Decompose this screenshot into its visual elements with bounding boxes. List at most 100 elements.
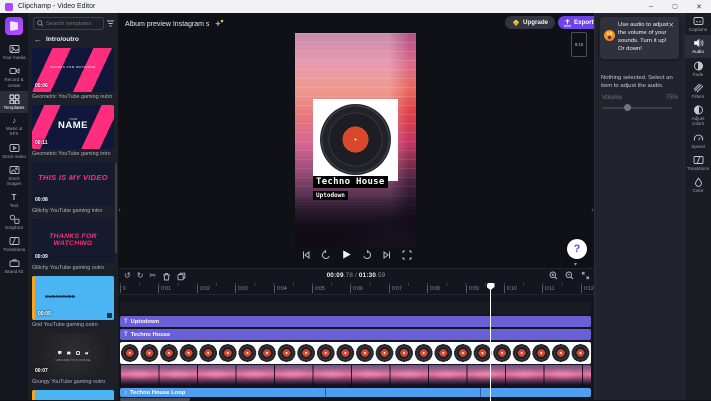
back-arrow-icon[interactable]: ← xyxy=(34,35,42,44)
titlebar: Clipchamp - Video Editor – ▢ ✕ xyxy=(0,0,711,13)
text-icon: T xyxy=(11,192,17,202)
audio-clip-icon: ♪ xyxy=(124,389,127,396)
music-note-icon: ♪ xyxy=(12,116,16,126)
tool-adjust-colors[interactable]: Adjust colors xyxy=(685,102,711,130)
playhead[interactable] xyxy=(486,283,495,401)
text-clip-uptodown[interactable]: T Uptodown xyxy=(120,316,591,327)
social-icons-row xyxy=(32,351,114,355)
video-clip-vinyl[interactable] xyxy=(120,342,591,364)
vinyl-record xyxy=(320,104,391,175)
template-card-grid-outro[interactable]: SUBSCRIBE 00:05 Grid YouTube gaming outr… xyxy=(32,276,114,328)
camera-icon xyxy=(9,68,19,75)
timeline-toolbar: ↺ ↻ ✂ 00:09.78 / 01:30.59 xyxy=(118,269,594,283)
tooltip-close-icon[interactable]: ✕ xyxy=(669,21,674,29)
duration-badge: 00:07 xyxy=(35,368,48,374)
silhouette-overlay xyxy=(295,196,416,248)
templates-panel: ← Intro/outro THANKS FOR WATCHING 00:06 … xyxy=(28,13,118,400)
media-icon xyxy=(9,45,19,53)
filter-icon[interactable] xyxy=(106,19,115,28)
search-templates-box[interactable] xyxy=(33,17,104,30)
forward-button[interactable] xyxy=(362,249,372,260)
zoom-in-button[interactable] xyxy=(549,271,558,280)
sidebar-item-stock-images[interactable]: Stock images xyxy=(0,162,28,190)
skip-to-start-button[interactable] xyxy=(301,250,311,260)
collapse-left-panel-handle[interactable]: ‹ xyxy=(116,199,123,221)
help-button[interactable]: ? xyxy=(567,239,587,259)
captions-icon xyxy=(693,17,703,25)
zoom-out-button[interactable] xyxy=(565,271,574,280)
upgrade-button[interactable]: Upgrade xyxy=(505,16,556,29)
text-clip-icon: T xyxy=(124,331,128,338)
tool-audio[interactable]: Audio xyxy=(685,35,711,58)
sidebar-item-text[interactable]: T Text xyxy=(0,190,28,211)
close-button[interactable]: ✕ xyxy=(687,0,711,13)
exploding-head-emoji xyxy=(604,30,615,41)
template-card-geometric-outro[interactable]: THANKS FOR WATCHING 00:06 Geometric YouT… xyxy=(32,48,114,100)
ai-sparkle-icon[interactable] xyxy=(214,19,224,29)
tool-filters[interactable]: Filters xyxy=(685,80,711,102)
template-card-partial[interactable] xyxy=(32,390,114,400)
help-collapse-chevron[interactable]: ▾ xyxy=(574,261,577,268)
timecode: 00:09.78 / 01:30.59 xyxy=(326,272,386,279)
search-input[interactable] xyxy=(46,20,100,27)
category-title: Intro/outro xyxy=(46,36,79,43)
sidebar-item-graphics[interactable]: Graphics xyxy=(0,211,28,233)
template-name: Glitchy YouTube gaming outro xyxy=(32,265,105,271)
tool-captions[interactable]: Captions xyxy=(685,13,711,35)
template-card-geometric-intro[interactable]: YOUR NAME 00:11 Geometric YouTube gaming… xyxy=(32,105,114,157)
video-clip-sunset[interactable] xyxy=(120,365,591,387)
text-clip-techno-house[interactable]: T Techno House xyxy=(120,329,591,340)
sidebar-item-templates[interactable]: Templates xyxy=(0,90,28,114)
template-card-glitchy-outro[interactable]: THANKS FOR WATCHING 00:09 Glitchy YouTub… xyxy=(32,219,114,271)
maximize-button[interactable]: ▢ xyxy=(663,0,687,13)
play-button[interactable] xyxy=(341,249,352,260)
clipchamp-home-button[interactable] xyxy=(5,17,23,35)
audio-clip-techno-house-loop[interactable]: ♪ Techno House Loop xyxy=(120,388,591,397)
sidebar-item-transitions[interactable]: Transitions xyxy=(0,233,28,255)
volume-slider-handle[interactable] xyxy=(624,104,631,111)
stock-images-icon xyxy=(9,166,19,174)
audio-tooltip: Use audio to adjust the volume of your s… xyxy=(600,17,679,59)
timeline: ↺ ↻ ✂ 00:09.78 / 01:30.59 0 0:01 0:02 0:… xyxy=(118,268,594,401)
duration-badge: 00:09 xyxy=(35,254,48,260)
video-preview[interactable]: Techno House Uptodown xyxy=(295,33,416,248)
graphics-icon xyxy=(9,214,19,224)
template-card-grungy-outro[interactable]: SUBSCRIBE TO MY CHANNEL 00:07 Grungy You… xyxy=(32,333,114,385)
project-title[interactable]: Album preview Instagram s xyxy=(125,19,224,29)
tool-transitions[interactable]: Transitions xyxy=(685,152,711,174)
skip-to-end-button[interactable] xyxy=(382,250,392,260)
sidebar-item-stock-video[interactable]: Stock video xyxy=(0,140,28,162)
fullscreen-button[interactable] xyxy=(402,250,412,260)
rewind-button[interactable] xyxy=(321,249,331,260)
template-card-glitchy-intro[interactable]: THIS IS MY VIDEO 00:08 Glitchy YouTube g… xyxy=(32,162,114,214)
aspect-ratio-button[interactable]: 9:16 xyxy=(571,32,587,57)
sidebar-item-your-media[interactable]: Your media xyxy=(0,41,28,63)
audio-panel: Use audio to adjust the volume of your s… xyxy=(594,13,684,400)
tool-fade[interactable]: Fade xyxy=(685,58,711,80)
template-name: Grungy YouTube gaming outro xyxy=(32,379,106,385)
minimize-button[interactable]: – xyxy=(639,0,663,13)
subscribe-corner-icon xyxy=(107,313,112,318)
empty-selection-message: Nothing selected. Select an item to adju… xyxy=(601,75,673,89)
stock-video-icon xyxy=(9,143,19,152)
speed-icon xyxy=(693,134,703,141)
sidebar-item-record-create[interactable]: Record & create xyxy=(0,63,28,91)
duration-badge: 00:08 xyxy=(35,197,48,203)
search-icon xyxy=(37,20,44,27)
template-name: Glitchy YouTube gaming intro xyxy=(32,208,103,214)
tool-color[interactable]: Color xyxy=(685,174,711,196)
volume-slider[interactable] xyxy=(602,104,672,111)
sidebar-item-brand-kit[interactable]: Brand kit xyxy=(0,255,28,277)
timeline-ruler[interactable]: 0 0:01 0:02 0:03 0:04 0:05 0:06 0:07 0:0… xyxy=(118,283,594,295)
twitch-icon xyxy=(57,351,62,355)
sidebar-item-music-sfx[interactable]: ♪ Music & SFX xyxy=(0,113,28,140)
zoom-fit-button[interactable] xyxy=(581,271,590,280)
loop-boundary xyxy=(480,388,481,397)
template-thumbnail: THANKS FOR WATCHING 00:09 xyxy=(32,219,114,263)
brand-kit-icon xyxy=(9,259,19,268)
video-title-text: Techno House xyxy=(313,176,388,188)
tool-speed[interactable]: Speed xyxy=(685,130,711,152)
template-name: Grid YouTube gaming outro xyxy=(32,322,98,328)
template-thumbnail: THIS IS MY VIDEO 00:08 xyxy=(32,162,114,206)
template-name: Geometric YouTube gaming intro xyxy=(32,151,111,157)
